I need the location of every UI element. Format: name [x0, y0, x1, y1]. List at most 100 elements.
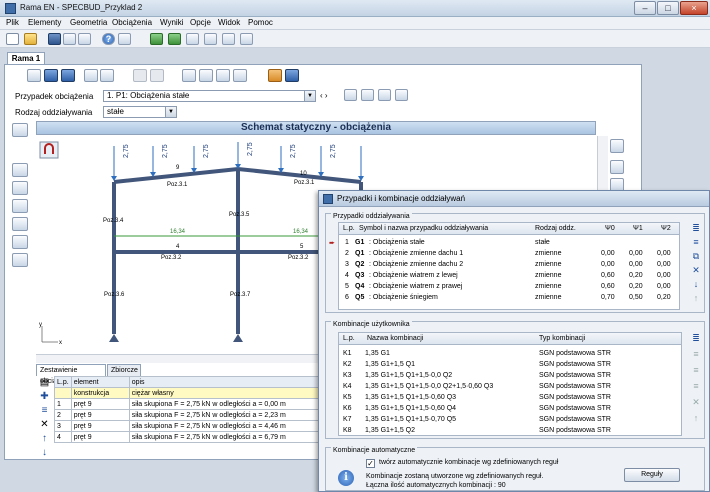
tab-zbiorcze[interactable]: Zbiorcze — [107, 364, 141, 376]
add-load-case-icon[interactable] — [344, 89, 357, 101]
case-row[interactable]: 3 Q2 : Obciążenie zmienne dachu 2 zmienn… — [339, 259, 679, 269]
menu-opcje[interactable]: Opcje — [190, 18, 211, 27]
moment-load-icon[interactable] — [12, 217, 28, 231]
combo-row[interactable]: K1 1,35 G1 SGN podstawowa STR — [339, 348, 681, 358]
table-row[interactable]: konstrukcja ciężar własny — [54, 387, 345, 399]
cell-lp: 3 — [54, 420, 72, 432]
menu-elementy[interactable]: Elementy — [28, 18, 61, 27]
window-icon[interactable] — [150, 33, 163, 45]
copy-case-icon[interactable]: ⧉ — [690, 252, 702, 262]
insert-row-icon[interactable]: ≡ — [38, 406, 51, 417]
edit-load-case-icon[interactable] — [378, 89, 391, 101]
rules-button[interactable]: Reguły — [624, 468, 680, 482]
import-all-icon[interactable] — [240, 33, 253, 45]
panel-icon[interactable] — [12, 123, 28, 137]
new-file-icon[interactable] — [6, 33, 19, 45]
combo-row[interactable]: K4 1,35 G1+1,5 Q1+1,5·0,0 Q2+1,5·0,60 Q3… — [339, 381, 681, 391]
delete-load-icon[interactable] — [12, 253, 28, 267]
combo-row[interactable]: K8 1,35 G1+1,5 Q2 SGN podstawowa STR — [339, 425, 681, 435]
right-tool-icon[interactable] — [610, 160, 624, 174]
combo-row[interactable]: K2 1,35 G1+1,5 Q1 SGN podstawowa STR — [339, 359, 681, 369]
add-case-icon[interactable]: ≣ — [690, 224, 702, 234]
combo-name: 1,35 G1 — [365, 350, 390, 357]
combo-row[interactable]: K5 1,35 G1+1,5 Q1+1,5·0,60 Q3 SGN podsta… — [339, 392, 681, 402]
case-row[interactable]: 4 Q3 : Obciążenie wiatrem z lewej zmienn… — [339, 270, 679, 280]
case-row[interactable]: 6 Q5 : Obciążenie śniegiem zmienne 0,70 … — [339, 292, 679, 302]
menu-plik[interactable]: Plik — [6, 18, 19, 27]
menu-wyniki[interactable]: Wyniki — [160, 18, 183, 27]
table-row[interactable]: 4 pręt 9 siła skupiona F = 2,75 kN w odl… — [54, 431, 345, 443]
save-icon[interactable] — [48, 33, 61, 45]
combo-row[interactable]: K3 1,35 G1+1,5 Q1+1,5·0,0 Q2 SGN podstaw… — [339, 370, 681, 380]
load-case-select[interactable]: 1. P1: Obciążenia stałe ▼ — [103, 90, 316, 102]
maximize-button[interactable]: □ — [657, 1, 679, 15]
add-combo-icon[interactable]: ≣ — [690, 334, 702, 344]
delete-case-icon[interactable]: ✕ — [690, 266, 702, 276]
zoom-in-icon[interactable] — [199, 69, 213, 82]
case-name: : Obciążenie wiatrem z lewej — [369, 272, 458, 279]
print-icon[interactable] — [78, 33, 91, 45]
beam-number: 10 — [300, 171, 307, 177]
case-row[interactable]: ➨ 1 G1 : Obciążenia stałe stałe — [329, 237, 679, 247]
help-icon[interactable]: ? — [102, 33, 115, 45]
zoom-fit-icon[interactable] — [233, 69, 247, 82]
print-preview-icon[interactable] — [63, 33, 76, 45]
window-add-icon[interactable] — [168, 33, 181, 45]
case-lp: 2 — [345, 250, 349, 257]
zoom-icon[interactable] — [182, 69, 196, 82]
delete-icon[interactable] — [100, 69, 114, 82]
schema-title: Schemat statyczny - obciążenia — [36, 121, 596, 135]
distributed-load-icon[interactable] — [12, 199, 28, 213]
calculator-icon[interactable] — [118, 33, 131, 45]
table-icon[interactable] — [268, 69, 282, 82]
insert-case-icon[interactable]: ≡ — [690, 238, 702, 248]
grid-icon[interactable] — [84, 69, 98, 82]
chevron-down-icon[interactable]: ▼ — [304, 91, 315, 101]
import-icon[interactable] — [204, 33, 217, 45]
table-row[interactable]: 3 pręt 9 siła skupiona F = 2,75 kN w odl… — [54, 420, 345, 432]
move-up-icon[interactable]: ↑ — [38, 434, 51, 445]
move-down-icon[interactable]: ↓ — [38, 448, 51, 459]
chevron-down-icon[interactable]: ▼ — [165, 107, 176, 117]
move-case-down-icon[interactable]: ↓ — [690, 280, 702, 290]
view-icon[interactable] — [44, 69, 58, 82]
table-row[interactable]: 2 pręt 9 siła skupiona F = 2,75 kN w odl… — [54, 409, 345, 421]
case-name: : Obciążenie śniegiem — [369, 294, 438, 301]
menu-geometria[interactable]: Geometria — [70, 18, 107, 27]
temperature-load-icon[interactable] — [12, 235, 28, 249]
copy-load-case-icon[interactable] — [361, 89, 374, 101]
combo-row[interactable]: K7 1,35 G1+1,5 Q1+1,5·0,70 Q5 SGN podsta… — [339, 414, 681, 424]
combo-row[interactable]: K6 1,35 G1+1,5 Q1+1,5·0,60 Q4 SGN podsta… — [339, 403, 681, 413]
case-psi2: 0,20 — [657, 294, 671, 301]
load-table-icon[interactable]: ▤ — [38, 378, 51, 389]
tab-zestawienie[interactable]: Zestawienie obciążeń — [36, 364, 106, 385]
table-row[interactable]: 1 pręt 9 siła skupiona F = 2,75 kN w odl… — [54, 398, 345, 410]
auto-combos-checkbox[interactable]: ✓ — [366, 459, 375, 468]
loads-view-icon[interactable] — [61, 69, 75, 82]
action-type-select[interactable]: stałe ▼ — [103, 106, 177, 118]
load-case-nav[interactable]: ‹ › — [320, 91, 328, 100]
case-symbol: Q5 — [355, 294, 365, 301]
close-button[interactable]: × — [680, 1, 708, 15]
settings-icon[interactable] — [285, 69, 299, 82]
point-load-icon[interactable] — [12, 181, 28, 195]
load-frame-icon[interactable] — [12, 163, 28, 177]
right-tool-icon[interactable] — [610, 139, 624, 153]
add-row-icon[interactable]: ✚ — [38, 392, 51, 403]
zoom-out-icon[interactable] — [216, 69, 230, 82]
minimize-button[interactable]: – — [634, 1, 656, 15]
open-folder-icon[interactable] — [24, 33, 37, 45]
export-all-icon[interactable] — [222, 33, 235, 45]
delete-row-icon[interactable]: ✕ — [38, 420, 51, 431]
menu-widok[interactable]: Widok — [218, 18, 240, 27]
frame-icon[interactable] — [27, 69, 41, 82]
menu-pomoc[interactable]: Pomoc — [248, 18, 273, 27]
case-name: : Obciążenie zmienne dachu 2 — [369, 261, 464, 268]
hdr-combo-name: Nazwa kombinacji — [367, 335, 424, 342]
export-icon[interactable] — [186, 33, 199, 45]
app-icon — [5, 3, 16, 14]
delete-load-case-icon[interactable] — [395, 89, 408, 101]
case-row[interactable]: 2 Q1 : Obciążenie zmienne dachu 1 zmienn… — [339, 248, 679, 258]
menu-obciazenia[interactable]: Obciążenia — [112, 18, 152, 27]
case-row[interactable]: 5 Q4 : Obciążenie wiatrem z prawej zmien… — [339, 281, 679, 291]
